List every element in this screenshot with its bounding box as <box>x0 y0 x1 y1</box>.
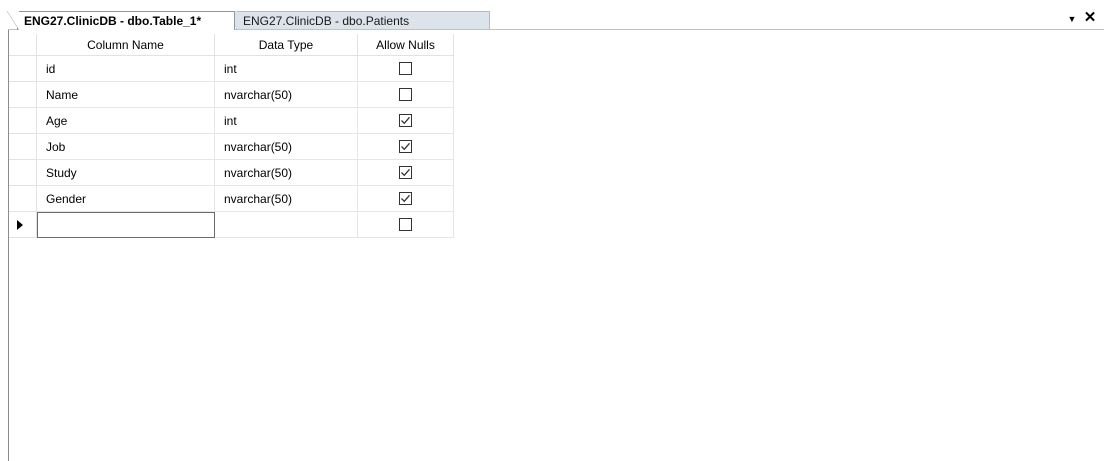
cell-column-name[interactable]: Gender <box>37 186 215 212</box>
document-tab-strip: ENG27.ClinicDB - dbo.Table_1* ENG27.Clin… <box>0 0 1104 30</box>
cell-data-type[interactable] <box>215 212 358 238</box>
check-mark-icon <box>401 117 410 125</box>
tab-patients[interactable]: ENG27.ClinicDB - dbo.Patients <box>227 11 490 29</box>
allow-nulls-checkbox[interactable] <box>399 166 412 180</box>
cell-data-type[interactable]: nvarchar(50) <box>215 186 358 212</box>
cell-allow-nulls <box>358 160 454 186</box>
row-selector[interactable] <box>9 186 37 212</box>
cell-allow-nulls <box>358 186 454 212</box>
column-header-column-name[interactable]: Column Name <box>37 34 215 56</box>
row-selector[interactable] <box>9 108 37 134</box>
row-selector[interactable] <box>9 212 37 238</box>
check-mark-icon <box>401 195 410 203</box>
tab-label: ENG27.ClinicDB - dbo.Patients <box>243 14 410 28</box>
cell-allow-nulls <box>358 56 454 82</box>
allow-nulls-checkbox[interactable] <box>399 218 412 232</box>
cell-allow-nulls <box>358 134 454 160</box>
check-mark-icon <box>401 169 410 177</box>
chevron-down-icon[interactable]: ▼ <box>1066 12 1078 26</box>
cell-data-type[interactable]: nvarchar(50) <box>215 134 358 160</box>
cell-column-name[interactable]: id <box>37 56 215 82</box>
row-selector-header <box>9 34 37 56</box>
row-selector[interactable] <box>9 82 37 108</box>
allow-nulls-checkbox[interactable] <box>399 114 412 128</box>
cell-data-type[interactable]: int <box>215 56 358 82</box>
allow-nulls-checkbox[interactable] <box>399 62 412 76</box>
allow-nulls-checkbox[interactable] <box>399 140 412 154</box>
cell-column-name[interactable]: Study <box>37 160 215 186</box>
cell-column-name[interactable] <box>37 212 215 238</box>
row-selector[interactable] <box>9 160 37 186</box>
close-icon[interactable]: ✕ <box>1082 10 1098 26</box>
row-selector[interactable] <box>9 134 37 160</box>
row-selector[interactable] <box>9 56 37 82</box>
cell-allow-nulls <box>358 212 454 238</box>
cell-data-type[interactable]: nvarchar(50) <box>215 82 358 108</box>
cell-column-name[interactable]: Job <box>37 134 215 160</box>
allow-nulls-checkbox[interactable] <box>399 192 412 206</box>
cell-column-name[interactable]: Name <box>37 82 215 108</box>
cell-column-name[interactable]: Age <box>37 108 215 134</box>
column-header-data-type[interactable]: Data Type <box>215 34 358 56</box>
allow-nulls-checkbox[interactable] <box>399 88 412 102</box>
current-row-pointer-icon <box>17 220 23 230</box>
check-mark-icon <box>401 143 410 151</box>
cell-data-type[interactable]: nvarchar(50) <box>215 160 358 186</box>
cell-allow-nulls <box>358 108 454 134</box>
tab-table-1[interactable]: ENG27.ClinicDB - dbo.Table_1* <box>7 11 235 30</box>
tab-label: ENG27.ClinicDB - dbo.Table_1* <box>24 14 202 28</box>
cell-allow-nulls <box>358 82 454 108</box>
cell-data-type[interactable]: int <box>215 108 358 134</box>
column-header-allow-nulls[interactable]: Allow Nulls <box>358 34 454 56</box>
